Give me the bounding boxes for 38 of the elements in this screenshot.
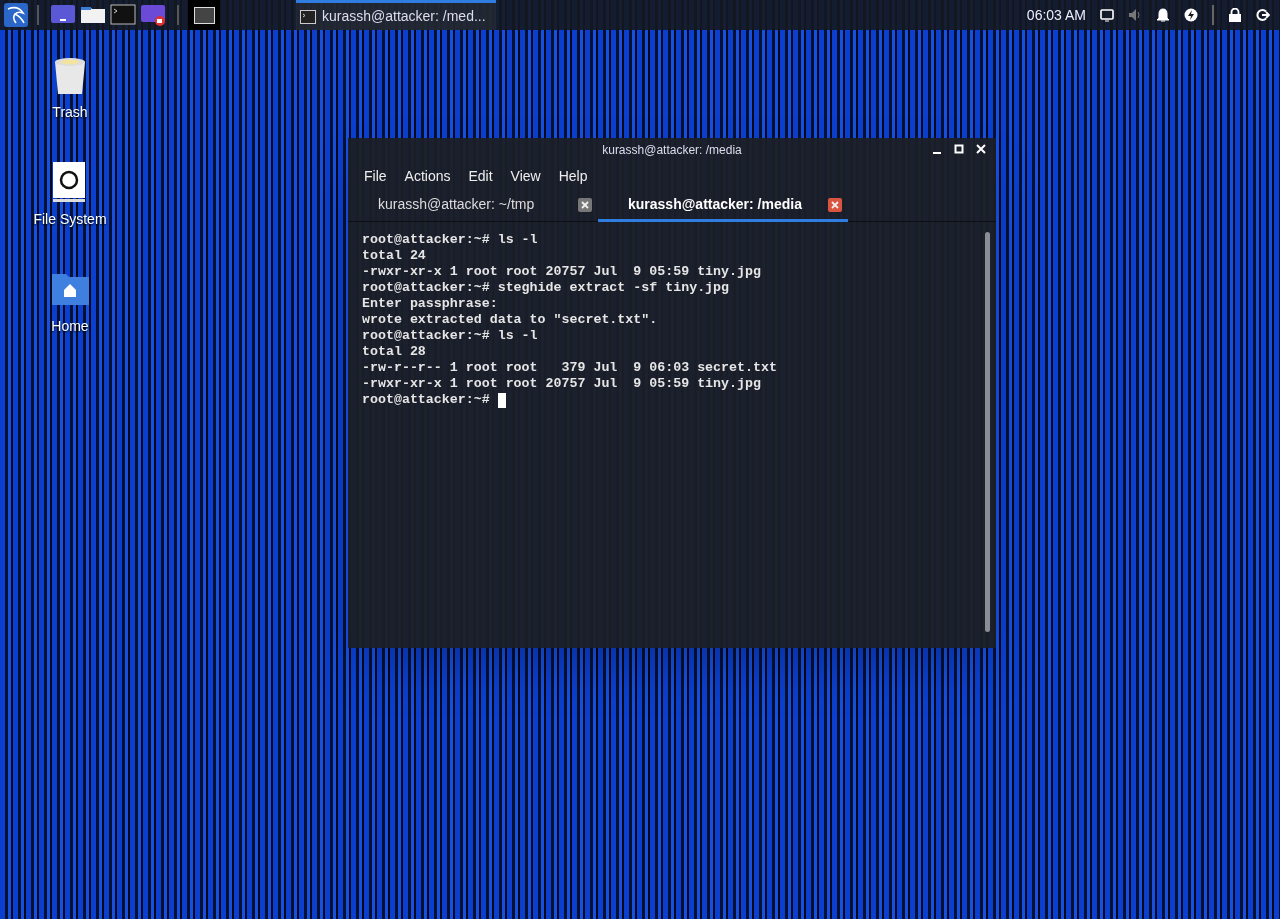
clock: 06:03 AM xyxy=(1026,5,1086,25)
terminal-line: root@attacker:~# xyxy=(362,392,491,408)
menu-item[interactable]: File xyxy=(364,165,387,187)
tab-close-icon[interactable] xyxy=(828,197,842,212)
menu-item[interactable]: Help xyxy=(558,165,588,187)
terminal-line: root@attacker:~# steghide extract -sf tiny.jpg xyxy=(362,280,730,296)
terminal-line: -rwxr-xr-x 1 root root 20757 Jul 9 05:59 tiny.jpg xyxy=(362,376,761,392)
display-icon[interactable] xyxy=(1100,8,1114,22)
dragon-logo-icon[interactable] xyxy=(4,3,28,27)
workspace-button[interactable] xyxy=(193,6,215,24)
terminal-line: total 28 xyxy=(362,344,426,360)
maximize-icon[interactable] xyxy=(954,144,964,154)
close-icon[interactable] xyxy=(976,144,986,154)
text-cursor xyxy=(497,392,506,408)
terminal-line: Enter passphrase: xyxy=(362,296,499,312)
logout-icon[interactable] xyxy=(1256,8,1270,22)
menu-item[interactable]: Actions xyxy=(404,165,451,187)
terminal-line: -rw-r--r-- 1 root root 379 Jul 9 06:03 secret.txt xyxy=(362,360,777,376)
lightning-icon[interactable] xyxy=(1184,8,1198,22)
screen-recorder-icon[interactable] xyxy=(140,2,166,28)
terminal-line: wrote extracted data to "secret.txt". xyxy=(362,312,658,328)
scrollbar[interactable] xyxy=(985,232,990,632)
tab-close-icon[interactable] xyxy=(578,197,592,212)
terminal-line: root@attacker:~# ls -l xyxy=(362,232,538,248)
terminal-tab[interactable]: kurassh@attacker: /media xyxy=(598,190,848,222)
menu-item[interactable]: View xyxy=(510,165,541,187)
menu-item[interactable]: Edit xyxy=(468,165,493,187)
speaker-icon[interactable] xyxy=(1128,8,1142,22)
terminal-line: root@attacker:~# ls -l xyxy=(362,328,538,344)
terminal-icon xyxy=(300,9,316,24)
terminal-tab[interactable]: kurassh@attacker: ~/tmp xyxy=(348,190,598,222)
task-button[interactable]: kurassh@attacker: /med... xyxy=(296,0,496,30)
bell-icon[interactable] xyxy=(1156,8,1170,22)
terminal-line: total 24 xyxy=(362,248,426,264)
terminal-icon[interactable] xyxy=(110,2,136,28)
lock-icon[interactable] xyxy=(1228,8,1242,22)
terminal-line: -rwxr-xr-x 1 root root 20757 Jul 9 05:59 tiny.jpg xyxy=(362,264,761,280)
window-title: kurassh@attacker: /media xyxy=(602,142,742,159)
